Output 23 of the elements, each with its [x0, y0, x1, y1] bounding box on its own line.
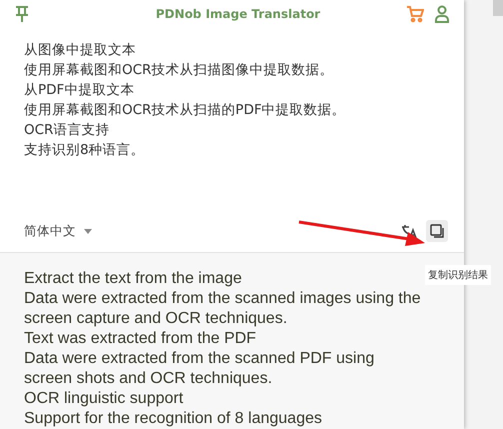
result-text-line: Extract the text from the image	[24, 268, 242, 289]
source-text-line: 从PDF中提取文本	[24, 80, 136, 100]
source-text-line: OCR语言支持	[24, 120, 110, 140]
source-text-area[interactable]: 从图像中提取文本 使用屏幕截图和OCR技术从扫描图像中提取数据。 从PDF中提取文本 使用屏幕截图和OCR技术从扫描的PDF中提取数据。 OCR语言支持 支持识别8种语言。	[0, 28, 464, 210]
source-text-line: 使用屏幕截图和OCR技术从扫描的PDF中提取数据。	[24, 100, 347, 120]
source-text-line: 支持识别8种语言。	[24, 140, 146, 160]
cart-icon[interactable]	[406, 4, 424, 23]
result-text-line: Data were extracted from the scanned PDF using screen shots and OCR techniques.	[24, 348, 376, 389]
user-icon[interactable]	[434, 4, 450, 23]
source-text-line: 使用屏幕截图和OCR技术从扫描图像中提取数据。	[24, 60, 334, 80]
copy-button[interactable]	[426, 220, 448, 242]
source-text-line: 从图像中提取文本	[24, 40, 137, 60]
result-text-line: OCR linguistic support	[24, 388, 184, 409]
pin-icon[interactable]	[14, 4, 30, 23]
result-text-line: Data were extracted from the scanned images using the screen capture and OCR techniques.	[24, 288, 422, 329]
result-text-line: Support for the recognition of 8 languages	[24, 408, 322, 429]
result-text-line: Text was extracted from the PDF	[24, 328, 256, 349]
language-dropdown[interactable]: 简体中文	[24, 222, 92, 240]
caret-icon	[84, 228, 92, 234]
scrollbar-thumb[interactable]	[493, 0, 503, 16]
window-title: PDNob Image Translator	[154, 6, 322, 21]
tooltip: 复制识别结果	[425, 265, 491, 285]
translate-icon[interactable]	[400, 223, 418, 240]
